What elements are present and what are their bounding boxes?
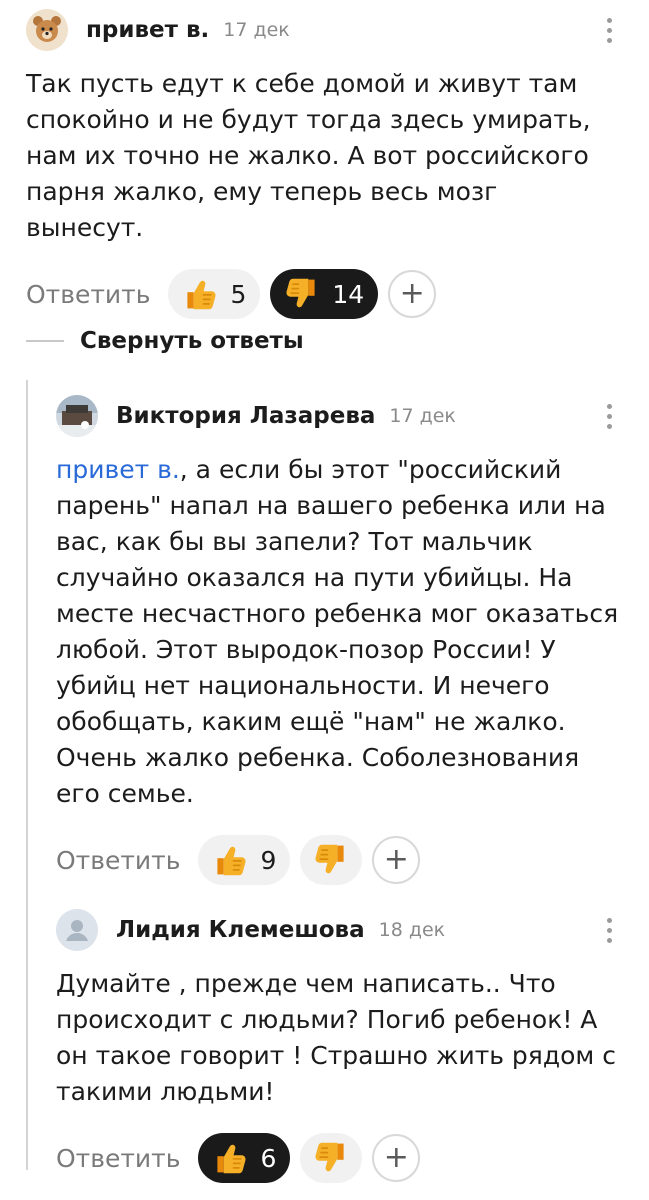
thumbs-up-icon [212,1140,248,1176]
thumbs-down-icon [284,276,320,312]
like-count: 9 [260,845,277,875]
add-reaction-button[interactable]: + [388,270,437,318]
collapse-replies-button[interactable]: Свернуть ответы [26,328,304,354]
comment-actions: Ответить 9 + [56,834,649,886]
comment-author[interactable]: Виктория Лазарева [116,403,375,429]
more-options-icon[interactable] [605,404,613,429]
comment-text: привет в., а если бы этот "российский па… [56,452,622,812]
comment-text: Так пусть едут к себе домой и живут там … [26,69,591,242]
photo-avatar[interactable] [56,395,98,437]
thread-line [26,380,28,1170]
more-options-icon[interactable] [605,18,613,43]
dislike-button[interactable] [300,1133,363,1183]
thumbs-down-icon [313,842,349,878]
more-options-icon[interactable] [605,918,613,943]
comment-body: , а если бы этот "российский парень" нап… [56,455,619,808]
comment-author[interactable]: привет в. [86,17,209,43]
comment-date: 17 дек [389,405,456,427]
like-count: 6 [260,1143,277,1173]
bear-avatar[interactable] [26,9,68,51]
default-user-avatar[interactable] [56,909,98,951]
comment: привет в. 17 дек Так пусть едут к себе д… [26,9,649,320]
thumbs-down-icon [313,1140,349,1176]
dislike-count: 14 [332,279,365,309]
reply-button[interactable]: Ответить [56,846,180,875]
dislike-button[interactable]: 14 [270,269,379,319]
comment-actions: Ответить 6 + [56,1132,649,1184]
reply-comment: Лидия Клемешова 18 дек Думайте , прежде … [56,909,649,1184]
dislike-button[interactable] [300,835,363,885]
reply-comment: Виктория Лазарева 17 дек привет в., а ес… [56,395,649,886]
reply-button[interactable]: Ответить [26,280,150,309]
like-button[interactable]: 5 [168,269,261,319]
like-button[interactable]: 6 [198,1133,291,1183]
comment-header: Виктория Лазарева 17 дек [56,395,649,437]
comment-header: Лидия Клемешова 18 дек [56,909,649,951]
comment-author[interactable]: Лидия Клемешова [116,917,365,943]
like-count: 5 [230,279,247,309]
thumbs-up-icon [212,842,248,878]
comment-text: Думайте , прежде чем написать.. Что прои… [56,969,616,1106]
comment-actions: Ответить 5 14 + [26,268,649,320]
add-reaction-button[interactable]: + [372,836,421,884]
like-button[interactable]: 9 [198,835,291,885]
comment-date: 18 дек [378,919,446,941]
add-reaction-button[interactable]: + [372,1134,421,1182]
comment-header: привет в. 17 дек [26,9,649,51]
collapse-replies-label: Свернуть ответы [80,328,304,354]
comment-date: 17 дек [223,19,290,41]
thumbs-up-icon [182,276,218,312]
reply-button[interactable]: Ответить [56,1144,180,1173]
divider [26,340,64,342]
mention-link[interactable]: привет в. [56,455,180,484]
